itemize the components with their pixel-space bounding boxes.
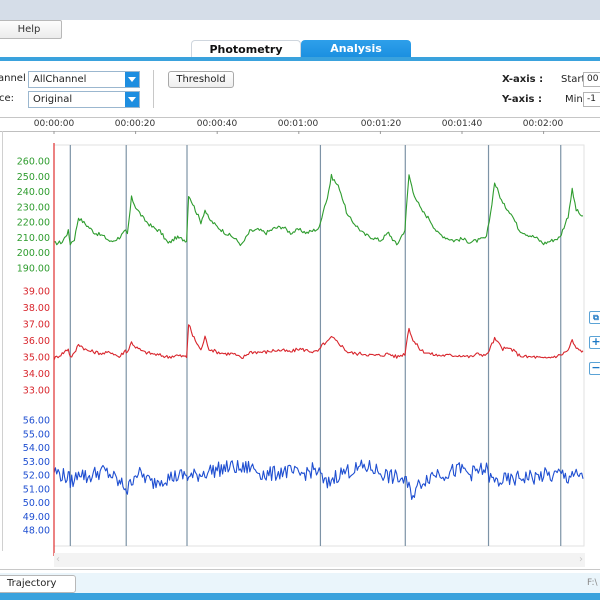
chevron-down-icon[interactable] <box>125 72 139 87</box>
y-tick-label: 260.00 <box>17 157 50 168</box>
x-tick-label: 00:00:20 <box>114 119 156 129</box>
y-tick-label: 50.00 <box>23 498 50 509</box>
y-tick-label: 37.00 <box>23 320 50 331</box>
fit-view-icon: ⧉ <box>593 313 599 322</box>
scroll-left-icon[interactable]: ‹ <box>56 553 60 567</box>
y-tick-label: 54.00 <box>23 443 50 454</box>
y-tick-label: 38.00 <box>23 303 50 314</box>
status-bar <box>0 573 600 593</box>
horizontal-scrollbar[interactable]: ‹ › <box>54 553 585 567</box>
y-tick-label: 51.00 <box>23 484 50 495</box>
time-axis: 00:00:00 00:00:20 00:00:40 00:01:00 00:0… <box>0 117 600 131</box>
source-dropdown[interactable]: Original <box>28 91 140 108</box>
y-tick-label: 34.00 <box>23 369 50 380</box>
x-axis-start-label: Start <box>561 74 586 85</box>
y-tick-label: 55.00 <box>23 429 50 440</box>
y-tick-label: 36.00 <box>23 336 50 347</box>
y-tick-label: 190.00 <box>17 264 50 275</box>
x-tick-label: 00:01:00 <box>277 119 319 129</box>
y-tick-label: 250.00 <box>17 172 50 183</box>
y-tick-label: 49.00 <box>23 512 50 523</box>
y-tick-label: 56.00 <box>23 416 50 427</box>
fit-view-button[interactable]: ⧉ <box>589 311 600 324</box>
x-axis-label: X-axis : <box>502 74 544 85</box>
y-tick-label: 220.00 <box>17 218 50 229</box>
x-tick-label: 00:01:40 <box>441 119 483 129</box>
x-axis-start-input[interactable]: 00 <box>583 72 600 87</box>
x-tick-label: 00:01:20 <box>360 119 402 129</box>
y-tick-label: 230.00 <box>17 202 50 213</box>
control-divider <box>153 70 154 108</box>
zoom-out-button[interactable]: − <box>589 362 600 375</box>
file-path-text: F:\ <box>587 578 598 588</box>
channel-dropdown-value: AllChannel <box>33 74 87 85</box>
chevron-down-icon[interactable] <box>125 92 139 107</box>
y-axis-min-label: Min <box>565 94 583 105</box>
title-bar <box>0 0 600 20</box>
tab-photometry[interactable]: Photometry <box>191 40 301 58</box>
x-tick-label: 00:00:00 <box>33 119 75 129</box>
y-tick-label: 39.00 <box>23 287 50 298</box>
source-dropdown-value: Original <box>33 94 73 105</box>
y-tick-label: 210.00 <box>17 233 50 244</box>
y-tick-label: 35.00 <box>23 353 50 364</box>
bottom-accent-band <box>0 593 600 600</box>
y-tick-label: 52.00 <box>23 471 50 482</box>
y-tick-label: 200.00 <box>17 248 50 259</box>
y-tick-label: 240.00 <box>17 187 50 198</box>
y-axis-min-input[interactable]: -1 <box>583 92 600 107</box>
tab-underline <box>0 57 600 61</box>
signal-chart[interactable]: 260.00 250.00 240.00 230.00 220.00 210.00 200.… <box>0 131 600 571</box>
x-tick-label: 00:00:40 <box>196 119 238 129</box>
y-axis-label: Y-axis : <box>502 94 542 105</box>
trajectory-button[interactable]: Trajectory <box>0 575 76 593</box>
threshold-button[interactable]: Threshold <box>168 71 234 88</box>
zoom-in-button[interactable]: + <box>589 336 600 349</box>
x-tick-label: 00:02:00 <box>522 119 564 129</box>
scroll-right-icon[interactable]: › <box>579 553 583 567</box>
source-label: ce: <box>0 93 15 104</box>
channel-dropdown[interactable]: AllChannel <box>28 71 140 88</box>
y-tick-label: 33.00 <box>23 386 50 397</box>
menu-bar <box>0 20 600 40</box>
chart-bottom-separator <box>0 569 600 570</box>
y-tick-label: 53.00 <box>23 457 50 468</box>
tab-analysis[interactable]: Analysis <box>301 40 411 58</box>
help-menu-button[interactable]: Help <box>0 20 62 39</box>
y-tick-label: 48.00 <box>23 526 50 537</box>
